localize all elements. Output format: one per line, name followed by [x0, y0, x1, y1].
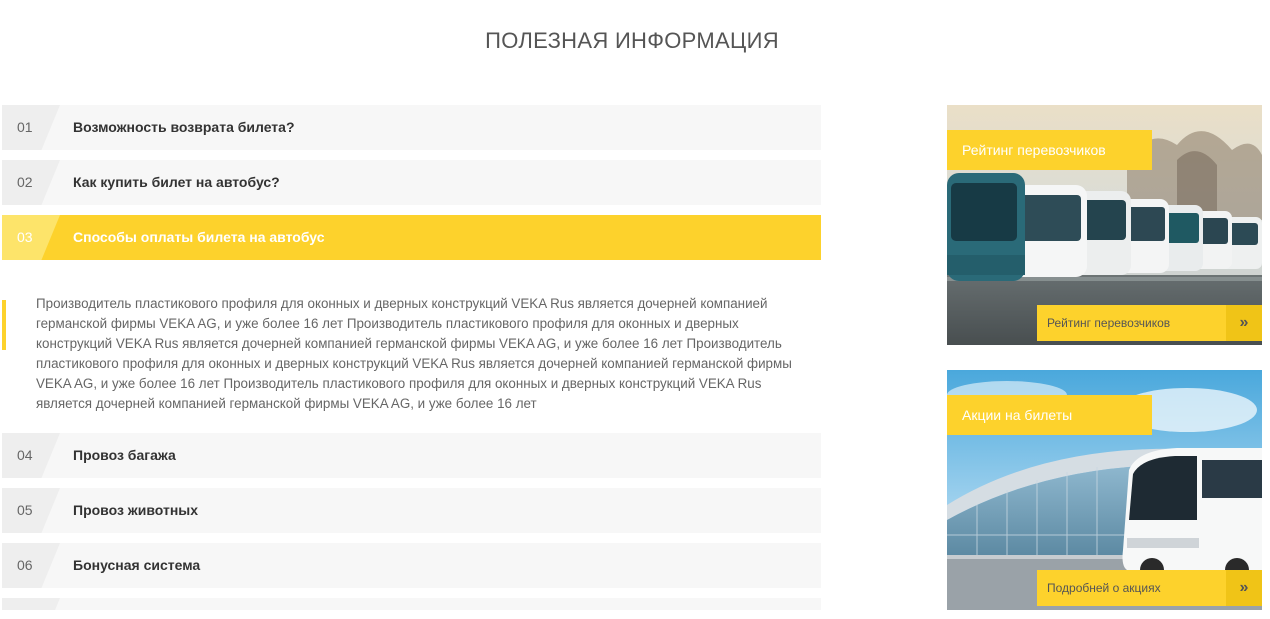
- item-number: 01: [17, 119, 33, 135]
- item-title: Провоз багажа: [73, 447, 176, 463]
- panel-accent-bar: [2, 300, 6, 350]
- item-number-badge: [2, 598, 60, 610]
- accordion-item-7[interactable]: [2, 598, 821, 610]
- item-title: Способы оплаты билета на автобус: [73, 229, 325, 245]
- accordion-item-6[interactable]: 06 Бонусная система: [2, 543, 821, 588]
- ticket-promo-card[interactable]: Акции на билеты Подробней о акциях »: [947, 370, 1262, 610]
- item-title: Как купить билет на автобус?: [73, 174, 280, 190]
- card-label: Рейтинг перевозчиков: [947, 130, 1152, 170]
- carriers-rating-card[interactable]: Рейтинг перевозчиков Рейтинг перевозчико…: [947, 105, 1262, 345]
- page-title: ПОЛЕЗНАЯ ИНФОРМАЦИЯ: [485, 28, 779, 53]
- item-title: Провоз животных: [73, 502, 199, 518]
- faq-accordion: 01 Возможность возврата билета? 02 Как к…: [2, 105, 821, 610]
- accordion-item-3[interactable]: 03 Способы оплаты билета на автобус: [2, 215, 821, 260]
- item-number: 05: [17, 502, 33, 518]
- promo-details-button[interactable]: Подробней о акциях »: [1037, 570, 1262, 606]
- button-label: Подробней о акциях: [1047, 581, 1161, 595]
- card-label: Акции на билеты: [947, 395, 1152, 435]
- button-label: Рейтинг перевозчиков: [1047, 316, 1171, 330]
- item-number: 04: [17, 447, 33, 463]
- item-title: Бонусная система: [73, 557, 201, 573]
- accordion-item-5[interactable]: 05 Провоз животных: [2, 488, 821, 533]
- accordion-item-2[interactable]: 02 Как купить билет на автобус?: [2, 160, 821, 205]
- item-number: 03: [17, 229, 33, 245]
- double-chevron-right-icon: »: [1226, 305, 1262, 341]
- item-number: 02: [17, 174, 33, 190]
- panel-text: Производитель пластикового профиля для о…: [36, 296, 792, 411]
- accordion-panel: Производитель пластикового профиля для о…: [2, 260, 821, 433]
- item-title: Возможность возврата билета?: [73, 119, 295, 135]
- double-chevron-right-icon: »: [1226, 570, 1262, 606]
- accordion-item-4[interactable]: 04 Провоз багажа: [2, 433, 821, 478]
- item-number: 06: [17, 557, 33, 573]
- accordion-item-1[interactable]: 01 Возможность возврата билета?: [2, 105, 821, 150]
- carriers-rating-button[interactable]: Рейтинг перевозчиков »: [1037, 305, 1262, 341]
